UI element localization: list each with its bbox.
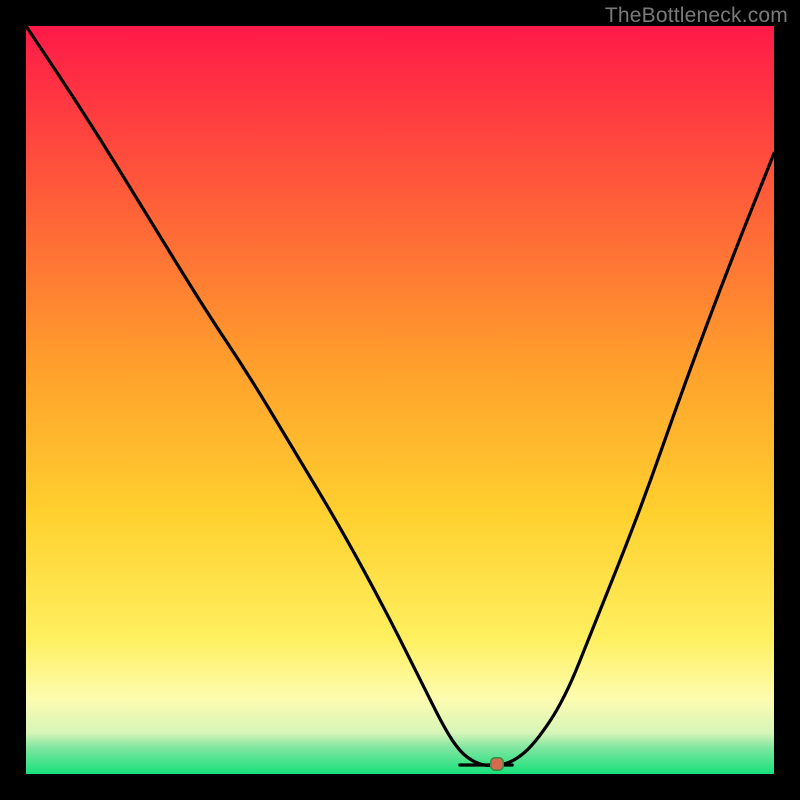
chart-frame: TheBottleneck.com bbox=[0, 0, 800, 800]
plot-area bbox=[26, 26, 774, 774]
data-marker bbox=[490, 757, 504, 771]
watermark-text: TheBottleneck.com bbox=[605, 4, 788, 28]
plot-outer-border bbox=[26, 26, 774, 774]
chart-svg bbox=[26, 26, 774, 774]
gradient-background bbox=[26, 26, 774, 774]
